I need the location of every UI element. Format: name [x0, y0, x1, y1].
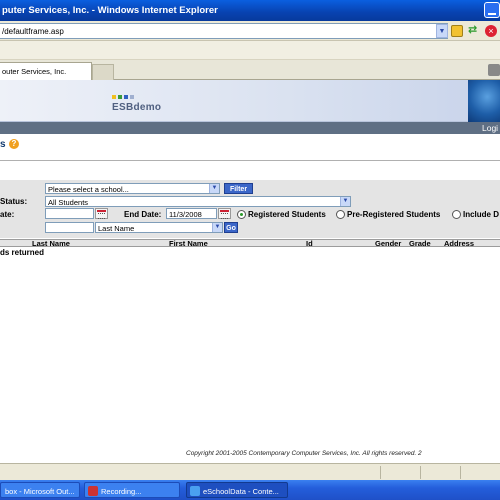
column-header-grade[interactable]: Grade — [409, 239, 431, 248]
end-date-label: End Date: — [124, 210, 162, 219]
status-select-value: All Students — [48, 198, 89, 207]
browser-status-bar — [0, 463, 500, 480]
banner-image — [468, 80, 500, 122]
filter-panel: Please select a school... ▼ Filter Statu… — [0, 180, 500, 238]
tab-current-page[interactable]: outer Services, Inc. — [0, 62, 92, 80]
recording-icon — [88, 486, 98, 496]
column-header-id[interactable]: Id — [306, 239, 313, 248]
results-table-header: Last Name First Name Id Gender Grade Add… — [0, 239, 500, 248]
window-title: puter Services, Inc. - Windows Internet … — [2, 5, 218, 16]
records-count: ds returned — [0, 248, 45, 257]
column-header-last-name[interactable]: Last Name — [32, 239, 70, 248]
taskbar-item-label: eSchoolData - Conte... — [203, 487, 279, 496]
logout-link[interactable]: Logi — [482, 123, 498, 133]
login-strip: Logi — [0, 122, 500, 134]
registered-students-label: Registered Students — [248, 210, 326, 219]
calendar-icon[interactable] — [218, 208, 231, 219]
chevron-down-icon[interactable]: ▼ — [212, 223, 222, 232]
column-header-gender[interactable]: Gender — [375, 239, 401, 248]
preregistered-students-radio[interactable] — [336, 210, 345, 219]
internet-explorer-icon — [190, 486, 200, 496]
refresh-icon[interactable]: ⇄ — [468, 25, 480, 37]
include-label: Include D — [463, 210, 500, 219]
divider — [0, 160, 500, 161]
windows-taskbar: box - Microsoft Out... Recording... eSch… — [0, 480, 500, 500]
taskbar-item-outlook[interactable]: box - Microsoft Out... — [0, 482, 80, 498]
tab-strip: outer Services, Inc. — [0, 60, 500, 80]
new-tab-button[interactable] — [92, 64, 114, 80]
calendar-icon[interactable] — [95, 208, 108, 219]
print-icon[interactable] — [488, 64, 500, 76]
window-title-bar: puter Services, Inc. - Windows Internet … — [0, 0, 500, 21]
preregistered-students-label: Pre-Registered Students — [347, 210, 441, 219]
status-select[interactable]: All Students ▼ — [45, 196, 351, 207]
column-header-address[interactable]: Address — [444, 239, 474, 248]
school-select-value: Please select a school... — [48, 185, 129, 194]
help-icon[interactable]: ? — [9, 139, 19, 149]
address-bar-row: /defaultframe.asp ▼ ⇄ × — [0, 21, 500, 41]
minimize-button[interactable] — [484, 2, 500, 18]
school-select[interactable]: Please select a school... ▼ — [45, 183, 220, 194]
status-label: Status: — [0, 197, 28, 206]
links-toolbar — [0, 41, 500, 60]
go-button[interactable]: Go — [224, 222, 238, 233]
filter-button[interactable]: Filter — [224, 183, 253, 194]
lock-icon[interactable] — [451, 25, 463, 37]
stop-icon[interactable]: × — [485, 25, 497, 37]
start-date-input[interactable] — [45, 208, 94, 219]
address-dropdown-icon[interactable]: ▼ — [436, 24, 448, 38]
search-input[interactable] — [45, 222, 94, 233]
copyright-text: Copyright 2001-2005 Contemporary Compute… — [186, 450, 422, 457]
address-input[interactable]: /defaultframe.asp — [0, 23, 448, 39]
chevron-down-icon[interactable]: ▼ — [209, 184, 219, 193]
taskbar-item-eschooldata[interactable]: eSchoolData - Conte... — [186, 482, 288, 498]
taskbar-item-label: Recording... — [101, 487, 142, 496]
page-title: s — [0, 139, 6, 150]
include-radio[interactable] — [452, 210, 461, 219]
taskbar-item-label: box - Microsoft Out... — [5, 487, 75, 496]
taskbar-item-recording[interactable]: Recording... — [84, 482, 180, 498]
sort-select-value: Last Name — [98, 224, 135, 233]
chevron-down-icon[interactable]: ▼ — [340, 197, 350, 206]
column-header-first-name[interactable]: First Name — [169, 239, 208, 248]
start-date-label: ate: — [0, 210, 15, 219]
sort-select[interactable]: Last Name ▼ — [95, 222, 223, 233]
logo-dots-icon — [112, 95, 134, 99]
brand-name: ESBdemo — [112, 102, 162, 113]
registered-students-radio[interactable] — [237, 210, 246, 219]
page-banner: ESBdemo — [0, 80, 500, 122]
end-date-input[interactable]: 11/3/2008 — [166, 208, 217, 219]
